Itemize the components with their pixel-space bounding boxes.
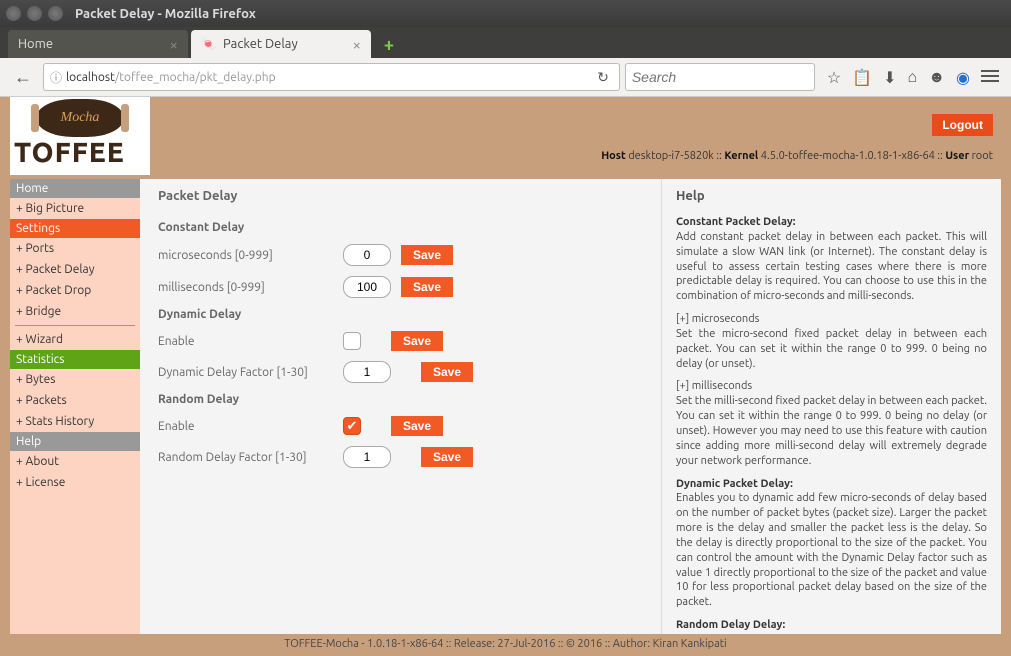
refresh-icon[interactable]: ↻: [593, 69, 613, 86]
help-h5: Random Delay Delay:: [676, 619, 785, 631]
checkbox-enable-random[interactable]: [343, 417, 361, 435]
tab-label: Packet Delay: [223, 37, 298, 51]
save-button[interactable]: Save: [391, 331, 443, 351]
main-panel: Packet Delay Constant Delay microseconds…: [140, 179, 661, 634]
window-title: Packet Delay - Mozilla Firefox: [75, 7, 256, 21]
label-enable-random: Enable: [158, 420, 343, 433]
browser-tab-bar: Home × 🍬 Packet Delay × +: [0, 27, 1011, 58]
logo-script: Mocha: [61, 110, 100, 126]
chat-icon[interactable]: ☻: [928, 68, 945, 87]
info-icon[interactable]: ⓘ: [50, 69, 62, 86]
host-info: Host desktop-i7-5820k :: Kernel 4.5.0-to…: [601, 150, 993, 162]
save-button[interactable]: Save: [391, 416, 443, 436]
sidebar-item-statistics[interactable]: Statistics: [10, 350, 140, 369]
window-min-icon[interactable]: [27, 6, 42, 21]
label-dynamic-factor: Dynamic Delay Factor [1-30]: [158, 366, 343, 379]
tab-label: Home: [18, 37, 53, 51]
footer: TOFFEE-Mocha - 1.0.18-1-x86-64 :: Releas…: [0, 634, 1011, 652]
help-title: Help: [676, 189, 987, 203]
section-random: Random Delay: [158, 393, 643, 406]
label-random-factor: Random Delay Factor [1-30]: [158, 451, 343, 464]
url-host: localhost: [66, 71, 115, 84]
download-icon[interactable]: ⬇: [883, 68, 896, 87]
input-dynamic-factor[interactable]: [343, 361, 391, 383]
help-panel: Help Constant Packet Delay: Add constant …: [661, 179, 1001, 634]
sidebar-item-bytes[interactable]: + Bytes: [10, 369, 140, 390]
save-button[interactable]: Save: [421, 447, 473, 467]
close-icon[interactable]: ×: [170, 36, 178, 53]
help-h1: Constant Packet Delay:: [676, 216, 796, 228]
url-bar[interactable]: ⓘ localhost/toffee_mocha/pkt_delay.php ↻: [43, 63, 620, 91]
save-button[interactable]: Save: [421, 362, 473, 382]
bookmark-icon[interactable]: ☆: [827, 68, 841, 87]
logout-button[interactable]: Logout: [932, 114, 993, 136]
sidebar-item-bridge[interactable]: + Bridge: [10, 301, 140, 322]
toolbar-icons: ☆ 📋 ⬇ ⌂ ☻ ◉: [823, 68, 1003, 87]
sidebar-item-stats-history[interactable]: + Stats History: [10, 411, 140, 432]
sidebar-item-packets[interactable]: + Packets: [10, 390, 140, 411]
divider: [15, 325, 135, 326]
sidebar-item-home[interactable]: Home: [10, 179, 140, 198]
url-path: /toffee_mocha/pkt_delay.php: [115, 71, 276, 84]
menu-icon[interactable]: [981, 70, 999, 82]
checkbox-enable-dynamic[interactable]: [343, 332, 361, 350]
label-enable-dynamic: Enable: [158, 335, 343, 348]
window-titlebar: Packet Delay - Mozilla Firefox: [0, 0, 1011, 27]
input-milliseconds[interactable]: [343, 276, 391, 298]
save-button[interactable]: Save: [401, 245, 453, 265]
help-text: Set the milli-second fixed packet delay …: [676, 395, 987, 466]
sidebar-item-about[interactable]: + About: [10, 451, 140, 472]
home-icon[interactable]: ⌂: [908, 68, 918, 87]
close-icon[interactable]: ×: [353, 36, 361, 53]
window-close-icon[interactable]: [6, 6, 21, 21]
search-input[interactable]: [632, 69, 814, 85]
sidebar-item-ports[interactable]: + Ports: [10, 238, 140, 259]
sidebar-item-help[interactable]: Help: [10, 432, 140, 451]
back-button[interactable]: ←: [8, 62, 38, 92]
section-constant: Constant Delay: [158, 221, 643, 234]
sidebar-item-wizard[interactable]: + Wizard: [10, 329, 140, 350]
sidebar-item-license[interactable]: + License: [10, 472, 140, 493]
logo: Mocha TOFFEE: [10, 97, 150, 175]
help-h4: Dynamic Packet Delay:: [676, 478, 793, 490]
help-h2: [+] microseconds: [676, 313, 759, 325]
input-random-factor[interactable]: [343, 446, 391, 468]
new-tab-button[interactable]: +: [378, 34, 400, 56]
section-dynamic: Dynamic Delay: [158, 308, 643, 321]
favicon-icon: 🍬: [201, 36, 217, 52]
sidebar-item-packet-drop[interactable]: + Packet Drop: [10, 280, 140, 301]
save-button[interactable]: Save: [401, 277, 453, 297]
logo-text: TOFFEE: [10, 139, 150, 167]
help-text: Enables you to dynamic add few micro-sec…: [676, 492, 987, 608]
help-text: Set the micro-second fixed packet delay …: [676, 328, 987, 370]
window-max-icon[interactable]: [48, 6, 63, 21]
input-microseconds[interactable]: [343, 244, 391, 266]
label-microseconds: microseconds [0-999]: [158, 249, 343, 262]
tab-packet-delay[interactable]: 🍬 Packet Delay ×: [191, 30, 371, 58]
sidebar-item-packet-delay[interactable]: + Packet Delay: [10, 259, 140, 280]
sidebar: Home + Big Picture Settings + Ports + Pa…: [10, 179, 140, 634]
sidebar-item-settings[interactable]: Settings: [10, 219, 140, 238]
sidebar-item-bigpicture[interactable]: + Big Picture: [10, 198, 140, 219]
browser-nav-bar: ← ⓘ localhost/toffee_mocha/pkt_delay.php…: [0, 58, 1011, 97]
search-bar[interactable]: [625, 63, 815, 91]
help-h3: [+] milliseconds: [676, 380, 752, 392]
help-text: Add constant packet delay in between eac…: [676, 231, 987, 302]
page-title: Packet Delay: [158, 189, 643, 203]
media-icon[interactable]: ◉: [956, 68, 970, 87]
label-milliseconds: milliseconds [0-999]: [158, 281, 343, 294]
clipboard-icon[interactable]: 📋: [852, 68, 872, 87]
tab-home[interactable]: Home ×: [8, 30, 188, 58]
